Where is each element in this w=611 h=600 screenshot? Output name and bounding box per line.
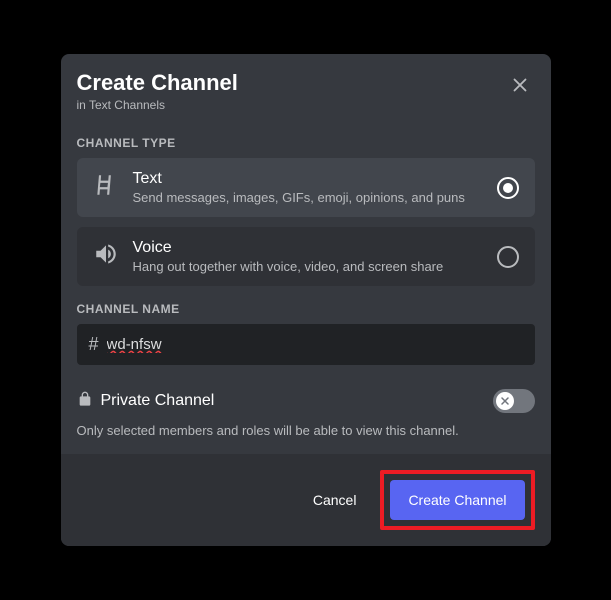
modal-title: Create Channel xyxy=(77,70,238,96)
private-left: Private Channel xyxy=(77,391,215,412)
toggle-knob xyxy=(496,392,514,410)
text-option-content: Text Send messages, images, GIFs, emoji,… xyxy=(133,170,483,205)
channel-type-text-option[interactable]: Text Send messages, images, GIFs, emoji,… xyxy=(77,158,535,217)
private-title: Private Channel xyxy=(101,392,215,410)
private-toggle[interactable] xyxy=(493,389,535,413)
voice-option-desc: Hang out together with voice, video, and… xyxy=(133,259,483,274)
modal-header: Create Channel in Text Channels xyxy=(61,54,551,112)
channel-type-label: CHANNEL TYPE xyxy=(77,136,535,150)
lock-icon xyxy=(77,391,93,412)
create-channel-button[interactable]: Create Channel xyxy=(390,480,524,520)
private-desc: Only selected members and roles will be … xyxy=(77,423,535,438)
channel-name-input-wrapper[interactable]: # xyxy=(77,324,535,365)
voice-option-content: Voice Hang out together with voice, vide… xyxy=(133,239,483,274)
text-option-title: Text xyxy=(133,170,483,188)
modal-footer: Cancel Create Channel xyxy=(61,454,551,546)
cancel-button[interactable]: Cancel xyxy=(297,482,373,518)
create-channel-modal: Create Channel in Text Channels CHANNEL … xyxy=(61,54,551,546)
speaker-icon xyxy=(93,241,119,272)
highlight-annotation: Create Channel xyxy=(380,470,534,530)
voice-radio[interactable] xyxy=(497,246,519,268)
channel-type-voice-option[interactable]: Voice Hang out together with voice, vide… xyxy=(77,227,535,286)
hash-icon xyxy=(93,172,119,203)
modal-body: CHANNEL TYPE Text Send messages, images,… xyxy=(61,112,551,454)
private-channel-row: Private Channel xyxy=(77,389,535,413)
text-option-desc: Send messages, images, GIFs, emoji, opin… xyxy=(133,190,483,205)
text-radio[interactable] xyxy=(497,177,519,199)
header-text: Create Channel in Text Channels xyxy=(77,70,238,112)
channel-name-label: CHANNEL NAME xyxy=(77,302,535,316)
voice-option-title: Voice xyxy=(133,239,483,257)
close-icon[interactable] xyxy=(505,70,535,105)
hash-prefix-icon: # xyxy=(89,334,99,355)
channel-name-input[interactable] xyxy=(107,336,523,353)
modal-subtitle: in Text Channels xyxy=(77,98,238,112)
